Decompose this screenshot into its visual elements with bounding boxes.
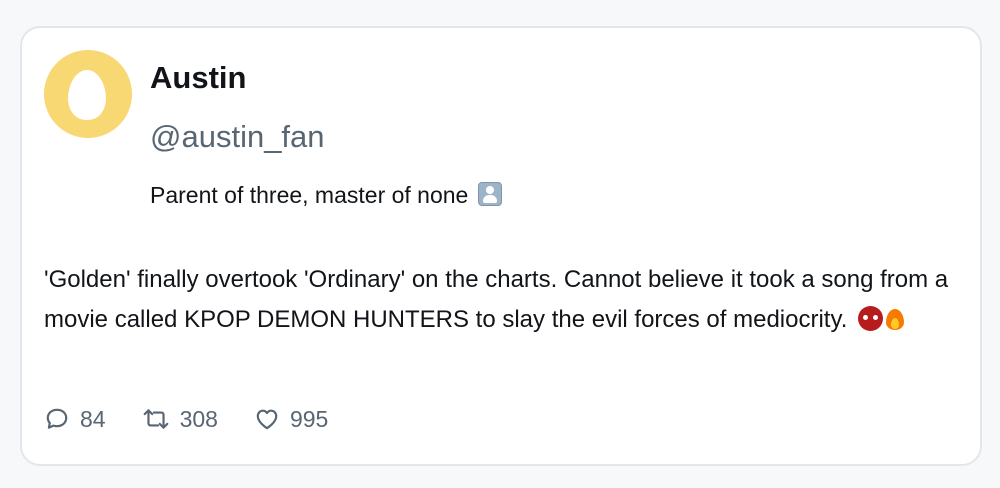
like-count: 995 xyxy=(289,405,329,432)
user-name[interactable]: Austin xyxy=(150,60,246,96)
speech-bubble-icon xyxy=(46,408,68,429)
post-actions: 84 308 995 xyxy=(44,404,364,434)
ogre-emoji-icon xyxy=(858,306,884,331)
repost-count: 308 xyxy=(179,405,218,432)
egg-avatar-icon xyxy=(68,70,106,120)
heart-icon xyxy=(256,409,278,430)
user-handle[interactable]: @austin_fan xyxy=(150,119,325,155)
reply-button[interactable]: 84 xyxy=(44,406,106,433)
user-bio-text: Parent of three, master of none xyxy=(150,182,469,208)
post-text-content: 'Golden' finally overtook 'Ordinary' on … xyxy=(44,266,949,333)
user-bio: Parent of three, master of none xyxy=(150,182,502,209)
family-emoji-icon xyxy=(477,182,502,206)
repost-button[interactable]: 308 xyxy=(142,406,218,433)
post-card: Austin @austin_fan Parent of three, mast… xyxy=(20,26,982,466)
reply-count: 84 xyxy=(80,405,106,432)
repost-arrows-icon xyxy=(143,409,168,429)
fire-emoji-icon xyxy=(885,306,905,331)
avatar[interactable] xyxy=(44,50,132,138)
like-button[interactable]: 995 xyxy=(254,406,328,433)
post-text: 'Golden' finally overtook 'Ordinary' on … xyxy=(44,260,964,340)
